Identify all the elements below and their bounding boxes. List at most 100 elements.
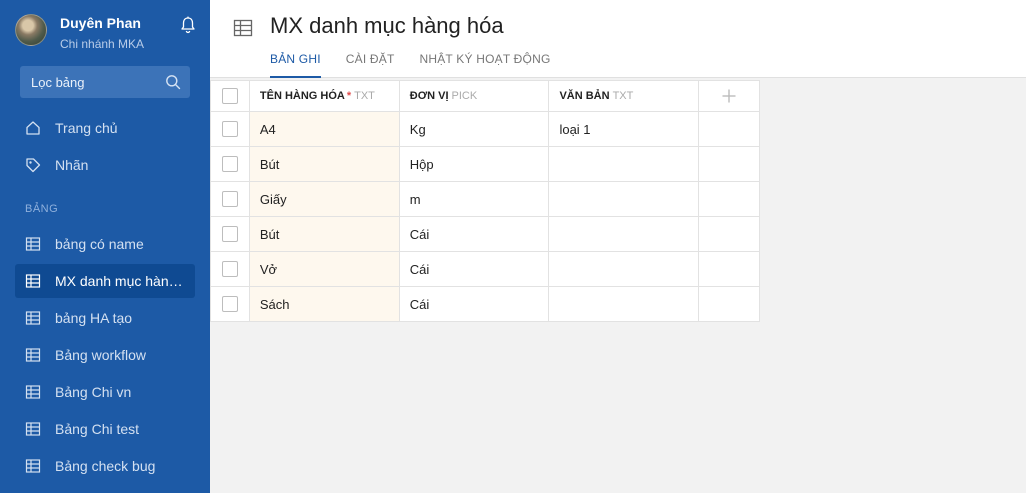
nav-home-label: Trang chủ xyxy=(55,120,118,136)
cell-product-name[interactable]: Bút xyxy=(248,216,400,252)
table-icon xyxy=(25,237,41,251)
row-select-cell xyxy=(210,111,250,147)
nav-tags[interactable]: Nhãn xyxy=(15,148,195,182)
home-icon xyxy=(26,121,40,135)
cell-unit[interactable]: Cái xyxy=(398,286,550,322)
cell-product-name[interactable]: A4 xyxy=(248,111,400,147)
cell-text[interactable] xyxy=(548,146,700,182)
sidebar-table-label: bảng có name xyxy=(55,236,144,252)
table-icon xyxy=(25,459,41,473)
user-name: Duyên Phan xyxy=(60,15,141,31)
row-checkbox[interactable] xyxy=(221,261,238,278)
cell-empty xyxy=(698,181,760,217)
row-select-cell xyxy=(210,216,250,252)
cell-text[interactable] xyxy=(548,216,700,252)
table-icon xyxy=(233,19,253,37)
sidebar-table-label: bảng HA tạo xyxy=(55,310,133,326)
select-all-cell xyxy=(210,80,250,112)
sidebar-table-item[interactable]: bảng có name xyxy=(15,227,195,261)
sidebar-table-item[interactable]: Bảng check bug xyxy=(15,449,195,483)
nav-tags-label: Nhãn xyxy=(55,157,89,173)
avatar[interactable] xyxy=(15,14,47,46)
column-type: TXT xyxy=(354,90,375,102)
cell-product-name[interactable]: Sách xyxy=(248,286,400,322)
sidebar-table-label: Bảng Chi test xyxy=(55,421,140,437)
cell-unit[interactable]: m xyxy=(398,181,550,217)
cell-product-name[interactable]: Bút xyxy=(248,146,400,182)
row-checkbox[interactable] xyxy=(221,226,238,243)
cell-text[interactable] xyxy=(548,181,700,217)
table-row[interactable]: Bút Hộp xyxy=(210,146,760,182)
sidebar-table-label: Bảng Chi vn xyxy=(55,384,132,400)
column-header[interactable]: TÊN HÀNG HÓA * TXT xyxy=(248,80,400,112)
column-name: TÊN HÀNG HÓA xyxy=(259,90,345,102)
cell-empty xyxy=(698,111,760,147)
user-profile[interactable]: Duyên Phan Chi nhánh MKA xyxy=(15,14,200,51)
cell-unit[interactable]: Kg xyxy=(398,111,550,147)
table-filter-input[interactable] xyxy=(20,66,160,98)
column-type: TXT xyxy=(612,90,634,102)
select-all-checkbox[interactable] xyxy=(221,88,238,104)
cell-empty xyxy=(698,251,760,287)
sidebar-table-label: Bảng workflow xyxy=(55,347,147,363)
row-checkbox[interactable] xyxy=(221,191,238,208)
table-row[interactable]: Giấy m xyxy=(210,181,760,217)
cell-product-name[interactable]: Giấy xyxy=(248,181,400,217)
table-icon xyxy=(25,311,41,325)
page-header: MX danh mục hàng hóa BẢN GHI CÀI ĐẶT NHẬ… xyxy=(210,0,1026,78)
page-title: MX danh mục hàng hóa xyxy=(270,13,504,38)
cell-empty xyxy=(698,146,760,182)
cell-product-name[interactable]: Vở xyxy=(248,251,400,287)
column-type: PICK xyxy=(451,90,478,102)
tab-bar: BẢN GHI CÀI ĐẶT NHẬT KÝ HOẠT ĐỘNG xyxy=(270,50,575,78)
sidebar-table-item[interactable]: Bảng workflow xyxy=(15,338,195,372)
row-checkbox[interactable] xyxy=(221,121,238,138)
cell-empty xyxy=(698,286,760,322)
nav-home[interactable]: Trang chủ xyxy=(15,111,195,145)
cell-text[interactable]: loại 1 xyxy=(548,111,700,147)
cell-text[interactable] xyxy=(548,286,700,322)
table-row[interactable]: Bút Cái xyxy=(210,216,760,252)
sidebar: Duyên Phan Chi nhánh MKA Trang chủ Nhãn … xyxy=(0,0,210,493)
tab-records[interactable]: BẢN GHI xyxy=(270,50,321,78)
column-header[interactable]: ĐƠN VỊ PICK xyxy=(398,80,550,112)
sidebar-table-item-active[interactable]: MX danh mục hàng hóa xyxy=(15,264,195,298)
sidebar-table-item[interactable]: Bảng Chi vn xyxy=(15,375,195,409)
search-icon[interactable] xyxy=(165,74,181,90)
row-select-cell xyxy=(210,286,250,322)
required-mark: * xyxy=(346,90,352,102)
table-icon xyxy=(25,385,41,399)
column-name: VĂN BẢN xyxy=(559,90,610,102)
table-filter xyxy=(20,66,190,98)
table-row[interactable]: A4 Kg loại 1 xyxy=(210,111,760,147)
tab-activity-log[interactable]: NHẬT KÝ HOẠT ĐỘNG xyxy=(420,50,551,78)
grid-header-row: TÊN HÀNG HÓA * TXT ĐƠN VỊ PICK VĂN BẢN TXT xyxy=(210,80,760,112)
table-row[interactable]: Sách Cái xyxy=(210,286,760,322)
cell-unit[interactable]: Cái xyxy=(398,216,550,252)
column-name: ĐƠN VỊ xyxy=(409,90,449,102)
sidebar-table-item[interactable]: Bảng Chi test xyxy=(15,412,195,446)
cell-unit[interactable]: Hộp xyxy=(398,146,550,182)
table-icon xyxy=(25,422,41,436)
row-select-cell xyxy=(210,181,250,217)
tab-settings[interactable]: CÀI ĐẶT xyxy=(346,50,395,78)
section-label-tables: BẢNG xyxy=(25,203,59,215)
add-column-cell xyxy=(698,80,760,112)
table-row[interactable]: Vở Cái xyxy=(210,251,760,287)
row-select-cell xyxy=(210,251,250,287)
cell-unit[interactable]: Cái xyxy=(398,251,550,287)
table-icon xyxy=(25,348,41,362)
cell-empty xyxy=(698,216,760,252)
row-select-cell xyxy=(210,146,250,182)
cell-text[interactable] xyxy=(548,251,700,287)
bell-icon[interactable] xyxy=(180,16,196,34)
records-grid: TÊN HÀNG HÓA * TXT ĐƠN VỊ PICK VĂN BẢN TXT A… xyxy=(210,80,760,322)
tag-icon xyxy=(26,158,41,173)
row-checkbox[interactable] xyxy=(221,296,238,313)
row-checkbox[interactable] xyxy=(221,156,238,173)
user-branch: Chi nhánh MKA xyxy=(60,37,145,51)
column-header[interactable]: VĂN BẢN TXT xyxy=(548,80,700,112)
add-column-icon[interactable] xyxy=(721,88,737,104)
sidebar-table-item[interactable]: bảng HA tạo xyxy=(15,301,195,335)
sidebar-table-label: Bảng check bug xyxy=(55,458,156,474)
